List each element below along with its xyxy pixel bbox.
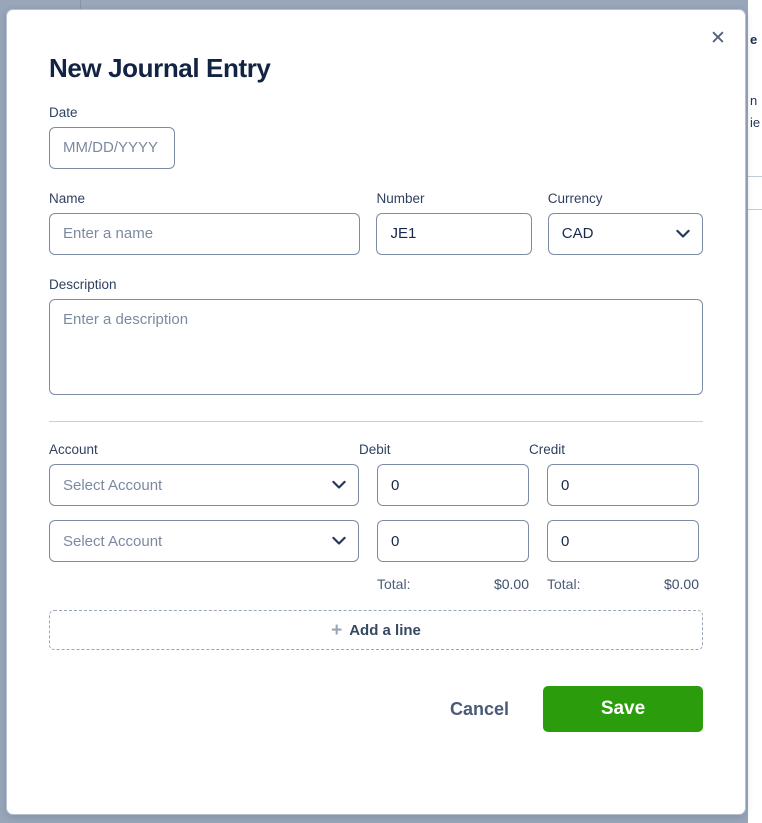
dialog-body: New Journal Entry Date MM/DD/YYYY Name E… — [7, 10, 745, 733]
debit-column-header: Debit — [359, 442, 391, 458]
background-text-fragment: ie — [750, 115, 761, 130]
debit-total: Total: $0.00 — [377, 576, 529, 592]
description-label: Description — [49, 276, 117, 292]
page-title: New Journal Entry — [49, 53, 271, 83]
account-cell: Select Account — [49, 464, 359, 507]
debit-input[interactable]: 0 — [377, 520, 529, 563]
totals-row: Total: $0.00 Total: $0.00 — [49, 576, 703, 592]
line-items-header: Account Debit Credit — [49, 442, 703, 458]
save-button[interactable]: Save — [543, 686, 703, 733]
chevron-down-icon — [676, 229, 690, 238]
background-rule — [748, 176, 762, 177]
add-line-label: Add a line — [349, 621, 421, 639]
debit-cell: 0 — [377, 464, 529, 507]
account-column-header-cell: Account — [49, 442, 359, 458]
add-line-button[interactable]: + Add a line — [49, 610, 703, 651]
background-divider — [80, 0, 81, 9]
credit-cell: 0 — [547, 464, 699, 507]
credit-column-header-cell: Credit — [529, 442, 699, 458]
account-select-value: Select Account — [63, 476, 163, 494]
dialog-footer: Cancel Save — [49, 686, 703, 733]
credit-total-label: Total: — [547, 576, 581, 593]
credit-input[interactable]: 0 — [547, 520, 699, 563]
credit-total-amount: $0.00 — [663, 576, 699, 593]
debit-column-header-cell: Debit — [359, 442, 529, 458]
number-field-group: Number JE1 — [376, 190, 532, 255]
description-field-group: Description Enter a description — [49, 276, 703, 396]
credit-input[interactable]: 0 — [547, 464, 699, 507]
credit-column-header: Credit — [529, 442, 566, 458]
name-input[interactable]: Enter a name — [49, 212, 361, 255]
currency-label: Currency — [547, 190, 603, 206]
date-label: Date — [49, 104, 78, 120]
chevron-down-icon — [332, 481, 346, 489]
chevron-down-icon — [332, 537, 346, 545]
debit-cell: 0 — [377, 520, 529, 563]
close-icon[interactable]: ✕ — [704, 24, 732, 52]
description-textarea[interactable]: Enter a description — [49, 299, 703, 396]
background-page-panel: e n ie — [748, 0, 762, 823]
account-select[interactable]: Select Account — [49, 464, 359, 507]
credit-total: Total: $0.00 — [547, 576, 699, 592]
date-field-group: Date MM/DD/YYYY — [49, 105, 703, 169]
debit-total-label: Total: — [377, 576, 411, 593]
number-label: Number — [376, 190, 425, 206]
plus-icon: + — [331, 619, 343, 641]
account-cell: Select Account — [49, 520, 359, 563]
date-input[interactable]: MM/DD/YYYY — [49, 126, 175, 169]
debit-input[interactable]: 0 — [377, 464, 529, 507]
new-journal-entry-dialog: ✕ New Journal Entry Date MM/DD/YYYY Name… — [6, 9, 746, 815]
section-divider — [49, 421, 703, 423]
background-text-fragment: e — [750, 32, 758, 47]
journal-line-row: Select Account 0 0 — [49, 520, 703, 563]
debit-total-amount: $0.00 — [493, 576, 529, 593]
journal-line-row: Select Account 0 0 — [49, 464, 703, 507]
account-column-header: Account — [49, 442, 98, 458]
cancel-button[interactable]: Cancel — [434, 689, 525, 730]
name-field-group: Name Enter a name — [49, 190, 361, 255]
currency-selected-value: CAD — [561, 225, 594, 243]
currency-field-group: Currency CAD — [547, 190, 703, 255]
account-select-value: Select Account — [63, 532, 163, 550]
background-text-fragment: n — [750, 93, 758, 108]
currency-select[interactable]: CAD — [547, 212, 703, 255]
account-select[interactable]: Select Account — [49, 520, 359, 563]
number-input[interactable]: JE1 — [376, 212, 532, 255]
name-number-currency-row: Name Enter a name Number JE1 Currency CA… — [49, 191, 703, 255]
name-label: Name — [49, 190, 86, 206]
background-rule — [748, 209, 762, 210]
credit-cell: 0 — [547, 520, 699, 563]
